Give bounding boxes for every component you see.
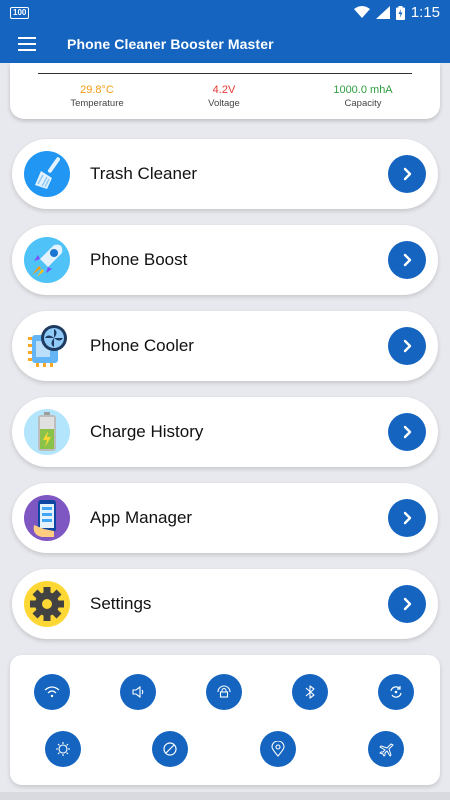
- chevron-right-icon[interactable]: [388, 499, 426, 537]
- menu-item-phone-cooler[interactable]: Phone Cooler: [12, 311, 438, 381]
- do-not-disturb-icon[interactable]: [152, 731, 188, 767]
- temperature-stat: 29.8°C Temperature: [37, 84, 157, 110]
- voltage-label: Voltage: [208, 98, 240, 109]
- chevron-right-icon[interactable]: [388, 413, 426, 451]
- airplane-icon[interactable]: [368, 731, 404, 767]
- gear-icon: [24, 581, 70, 627]
- notification-badge: 100: [10, 6, 30, 19]
- clock: 1:15: [410, 4, 440, 21]
- broom-icon: [24, 151, 70, 197]
- bottom-strip: [0, 792, 450, 800]
- cell-signal-icon: [375, 6, 390, 19]
- voltage-value: 4.2V: [212, 84, 236, 96]
- brightness-icon[interactable]: [45, 731, 81, 767]
- capacity-label: Capacity: [344, 98, 382, 109]
- phone-apps-icon: [24, 495, 70, 541]
- battery-info-card: 29.8°C Temperature 4.2V Voltage 1000.0 m…: [10, 63, 440, 119]
- menu-item-app-manager[interactable]: App Manager: [12, 483, 438, 553]
- volume-icon[interactable]: [120, 674, 156, 710]
- battery-icon: [24, 409, 70, 455]
- menu-item-trash-cleaner[interactable]: Trash Cleaner: [12, 139, 438, 209]
- menu-item-label: Phone Cooler: [90, 336, 194, 355]
- capacity-stat: 1000.0 mhA Capacity: [303, 84, 423, 110]
- temperature-value: 29.8°C: [80, 84, 114, 96]
- chevron-right-icon[interactable]: [388, 155, 426, 193]
- status-right: 1:15: [353, 4, 440, 21]
- hamburger-menu-icon[interactable]: [0, 25, 54, 63]
- wifi-icon[interactable]: [34, 674, 70, 710]
- voltage-stat: 4.2V Voltage: [164, 84, 284, 110]
- menu-item-settings[interactable]: Settings: [12, 569, 438, 639]
- wifi-signal-icon: [353, 6, 370, 19]
- chevron-right-icon[interactable]: [388, 241, 426, 279]
- menu-item-label: App Manager: [90, 508, 193, 527]
- menu-item-label: Phone Boost: [90, 250, 188, 269]
- status-left: 100: [10, 6, 30, 19]
- capacity-value: 1000.0 mhA: [333, 84, 393, 96]
- menu-item-label: Settings: [90, 594, 152, 613]
- location-icon[interactable]: [260, 731, 296, 767]
- app-title: Phone Cleaner Booster Master: [67, 36, 274, 52]
- rocket-icon: [24, 237, 70, 283]
- cpu-fan-icon: [24, 323, 70, 369]
- menu-item-charge-history[interactable]: Charge History: [12, 397, 438, 467]
- menu-item-label: Charge History: [90, 422, 204, 441]
- bluetooth-icon[interactable]: [292, 674, 328, 710]
- temperature-label: Temperature: [70, 98, 124, 109]
- app-bar: Phone Cleaner Booster Master: [0, 25, 450, 63]
- lock-rotation-icon[interactable]: [206, 674, 242, 710]
- chevron-right-icon[interactable]: [388, 327, 426, 365]
- chevron-right-icon[interactable]: [388, 585, 426, 623]
- status-bar: 100 1:15: [0, 0, 450, 25]
- battery-status-icon: [395, 5, 405, 20]
- quick-tools-card: [10, 655, 440, 785]
- divider: [38, 73, 412, 74]
- menu-item-label: Trash Cleaner: [90, 164, 198, 183]
- sync-icon[interactable]: [378, 674, 414, 710]
- menu-item-phone-boost[interactable]: Phone Boost: [12, 225, 438, 295]
